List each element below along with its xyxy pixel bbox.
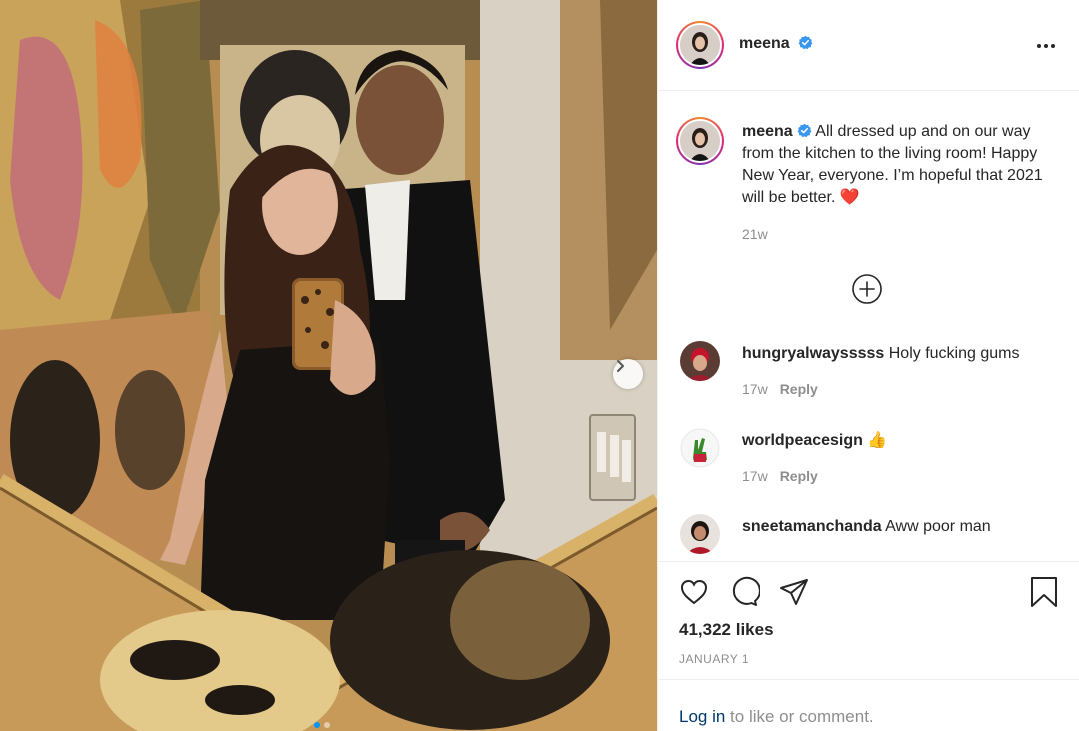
reply-button[interactable]: Reply	[780, 381, 818, 397]
caption-author-username[interactable]: meena	[742, 123, 793, 140]
author-username-text[interactable]: meena	[739, 35, 790, 52]
login-prompt-suffix: to like or comment.	[725, 707, 874, 726]
comment-text: sneetamanchanda Aww poor man	[742, 517, 991, 537]
post-actions: 41,322 likes JANUARY 1 Log in to like or…	[658, 561, 1079, 731]
reply-button[interactable]: Reply	[780, 468, 818, 484]
caption-text: meena All dressed up and on our way from…	[742, 121, 1047, 209]
bookmark-icon[interactable]	[1029, 576, 1059, 608]
caption-timestamp[interactable]: 21w	[742, 226, 768, 242]
comment-text: worldpeacesign 👍	[742, 431, 887, 451]
comment-body: Aww poor man	[885, 518, 991, 535]
comment-age[interactable]: 17w	[742, 381, 768, 397]
like-count[interactable]: 41,322 likes	[679, 620, 774, 640]
verified-badge-icon	[797, 123, 812, 138]
carousel-next-button[interactable]	[613, 359, 643, 389]
share-icon[interactable]	[778, 576, 810, 608]
verified-badge-icon	[798, 35, 813, 50]
login-prompt: Log in to like or comment.	[658, 679, 1079, 731]
commenter-avatar[interactable]	[680, 341, 720, 381]
comment-body: Holy fucking gums	[888, 345, 1020, 362]
author-username[interactable]: meena	[739, 35, 813, 53]
thumbs-up-emoji: 👍	[867, 432, 888, 449]
post-photo[interactable]	[0, 0, 657, 731]
commenter-username[interactable]: sneetamanchanda	[742, 518, 882, 535]
chevron-right-icon	[617, 360, 624, 372]
commenter-username[interactable]: worldpeacesign	[742, 432, 863, 449]
login-link[interactable]: Log in	[679, 707, 725, 726]
profile-avatar-icon	[680, 25, 720, 65]
mirror-selfie-image	[0, 0, 657, 731]
caption-author-avatar[interactable]	[676, 117, 724, 165]
commenter-username[interactable]: hungryalwaysssss	[742, 345, 884, 362]
comment-age[interactable]: 17w	[742, 468, 768, 484]
plus-circle-icon[interactable]	[851, 273, 883, 305]
post-header: meena	[658, 0, 1079, 91]
carousel-dot-1	[314, 722, 320, 728]
post-details-panel: meena meena All dressed up and on our wa…	[657, 0, 1079, 731]
login-prompt-text: Log in to like or comment.	[679, 707, 874, 727]
comment-meta: 17w Reply	[742, 468, 818, 484]
commenter-avatar[interactable]	[680, 428, 720, 468]
comment-text: hungryalwaysssss Holy fucking gums	[742, 344, 1019, 364]
comment-icon[interactable]	[728, 576, 760, 608]
comment-meta: 17w Reply	[742, 381, 818, 397]
commenter-avatar[interactable]	[680, 514, 720, 554]
post-date[interactable]: JANUARY 1	[679, 652, 749, 666]
author-avatar[interactable]	[676, 21, 724, 69]
carousel-dot-2	[324, 722, 330, 728]
peace-hand-icon	[680, 428, 720, 468]
more-options-icon[interactable]	[1036, 36, 1056, 56]
profile-avatar-icon	[680, 514, 720, 554]
profile-avatar-icon	[680, 341, 720, 381]
carousel-indicator	[314, 722, 330, 728]
heart-icon[interactable]	[678, 576, 710, 608]
profile-avatar-icon	[680, 121, 720, 161]
